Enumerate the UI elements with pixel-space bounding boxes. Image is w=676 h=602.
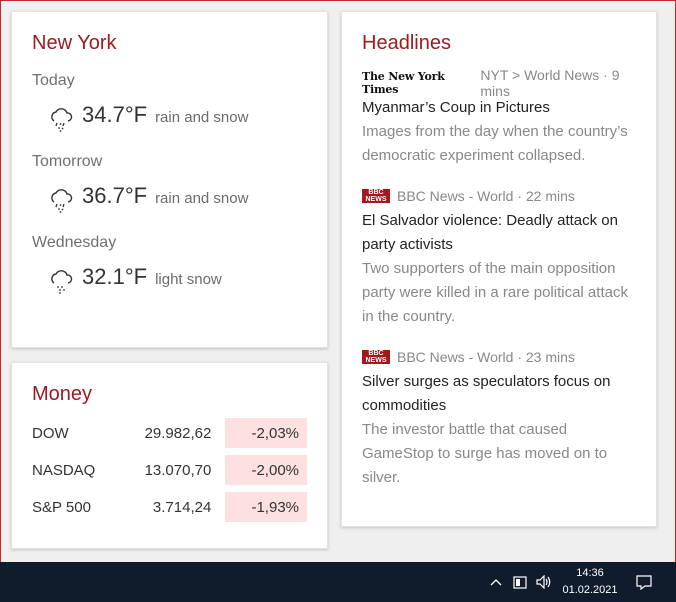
day-label: Wednesday <box>32 234 117 251</box>
speaker-icon[interactable] <box>534 562 554 602</box>
rain-snow-icon <box>51 189 73 213</box>
news-source: BBC News - World · 23 mins <box>397 349 575 365</box>
taskbar: 14:36 01.02.2021 <box>0 562 676 602</box>
light-snow-icon <box>51 270 73 294</box>
news-title[interactable]: El Salvador violence: Deadly attack on p… <box>362 209 636 257</box>
news-item[interactable]: BBC NEWS BBC News - World · 22 mins El Sa… <box>362 186 636 329</box>
rain-snow-icon <box>51 108 73 132</box>
temperature: 36.7°F <box>82 183 148 208</box>
headlines-title[interactable]: Headlines <box>362 32 636 55</box>
nyt-logo: The New York Times <box>362 70 445 96</box>
news-source: NYT > World News · 9 mins <box>480 67 620 99</box>
notification-icon[interactable] <box>632 562 656 602</box>
stock-list: DOW 29.982,62 -2,03% NASDAQ 13.070,70 -2… <box>32 418 307 522</box>
news-source-row: The New York Times NYT > World News · 9 … <box>362 67 636 99</box>
money-title[interactable]: Money <box>32 383 307 406</box>
condition: rain and snow <box>155 109 249 126</box>
stock-row[interactable]: S&P 500 3.714,24 -1,93% <box>32 492 307 522</box>
news-description: Images from the day when the country’s d… <box>362 123 628 164</box>
day-label: Today <box>32 72 75 89</box>
news-source-row: BBC NEWS BBC News - World · 22 mins <box>362 186 636 206</box>
news-source: BBC News - World · 22 mins <box>397 188 575 204</box>
weather-card: New York Today 34.7°F rain and snow Tomo… <box>11 11 328 348</box>
weather-city[interactable]: New York <box>32 32 307 55</box>
stock-row[interactable]: DOW 29.982,62 -2,03% <box>32 418 307 448</box>
stock-name: DOW <box>32 424 69 442</box>
temperature: 34.7°F <box>82 102 148 127</box>
news-title[interactable]: Myanmar’s Coup in Pictures <box>362 96 636 120</box>
weather-row: 34.7°F rain and snow <box>32 102 307 136</box>
day-label: Tomorrow <box>32 153 103 170</box>
stock-change: -1,93% <box>225 492 307 522</box>
weather-row: 36.7°F rain and snow <box>32 183 307 217</box>
taskbar-clock[interactable]: 14:36 01.02.2021 <box>558 565 622 599</box>
condition: rain and snow <box>155 190 249 207</box>
temperature: 32.1°F <box>82 264 148 289</box>
stock-change: -2,00% <box>225 455 307 485</box>
tablet-mode-icon[interactable] <box>510 562 530 602</box>
weather-row: 32.1°F light snow <box>32 264 307 298</box>
money-card: Money DOW 29.982,62 -2,03% NASDAQ 13.070… <box>11 362 328 549</box>
news-description: The investor battle that caused GameStop… <box>362 421 608 486</box>
news-item[interactable]: The New York Times NYT > World News · 9 … <box>362 67 636 168</box>
stock-value: 13.070,70 <box>144 461 212 479</box>
headlines-card: Headlines The New York Times NYT > World… <box>341 11 657 527</box>
news-description: Two supporters of the main opposition pa… <box>362 260 628 325</box>
stock-value: 3.714,24 <box>152 498 212 516</box>
chevron-up-icon[interactable] <box>486 562 506 602</box>
condition: light snow <box>155 271 222 288</box>
stock-change: -2,03% <box>225 418 307 448</box>
news-title[interactable]: Silver surges as speculators focus on co… <box>362 370 636 418</box>
news-item[interactable]: BBC NEWS BBC News - World · 23 mins Silve… <box>362 347 636 490</box>
stock-name: S&P 500 <box>32 498 91 516</box>
bbc-logo: BBC NEWS <box>362 350 390 364</box>
stock-name: NASDAQ <box>32 461 96 479</box>
clock-date: 01.02.2021 <box>562 584 618 596</box>
clock-time: 14:36 <box>576 567 604 579</box>
stock-value: 29.982,62 <box>144 424 212 442</box>
app-window: New York Today 34.7°F rain and snow Tomo… <box>0 0 676 562</box>
bbc-logo: BBC NEWS <box>362 189 390 203</box>
news-source-row: BBC NEWS BBC News - World · 23 mins <box>362 347 636 367</box>
stock-row[interactable]: NASDAQ 13.070,70 -2,00% <box>32 455 307 485</box>
